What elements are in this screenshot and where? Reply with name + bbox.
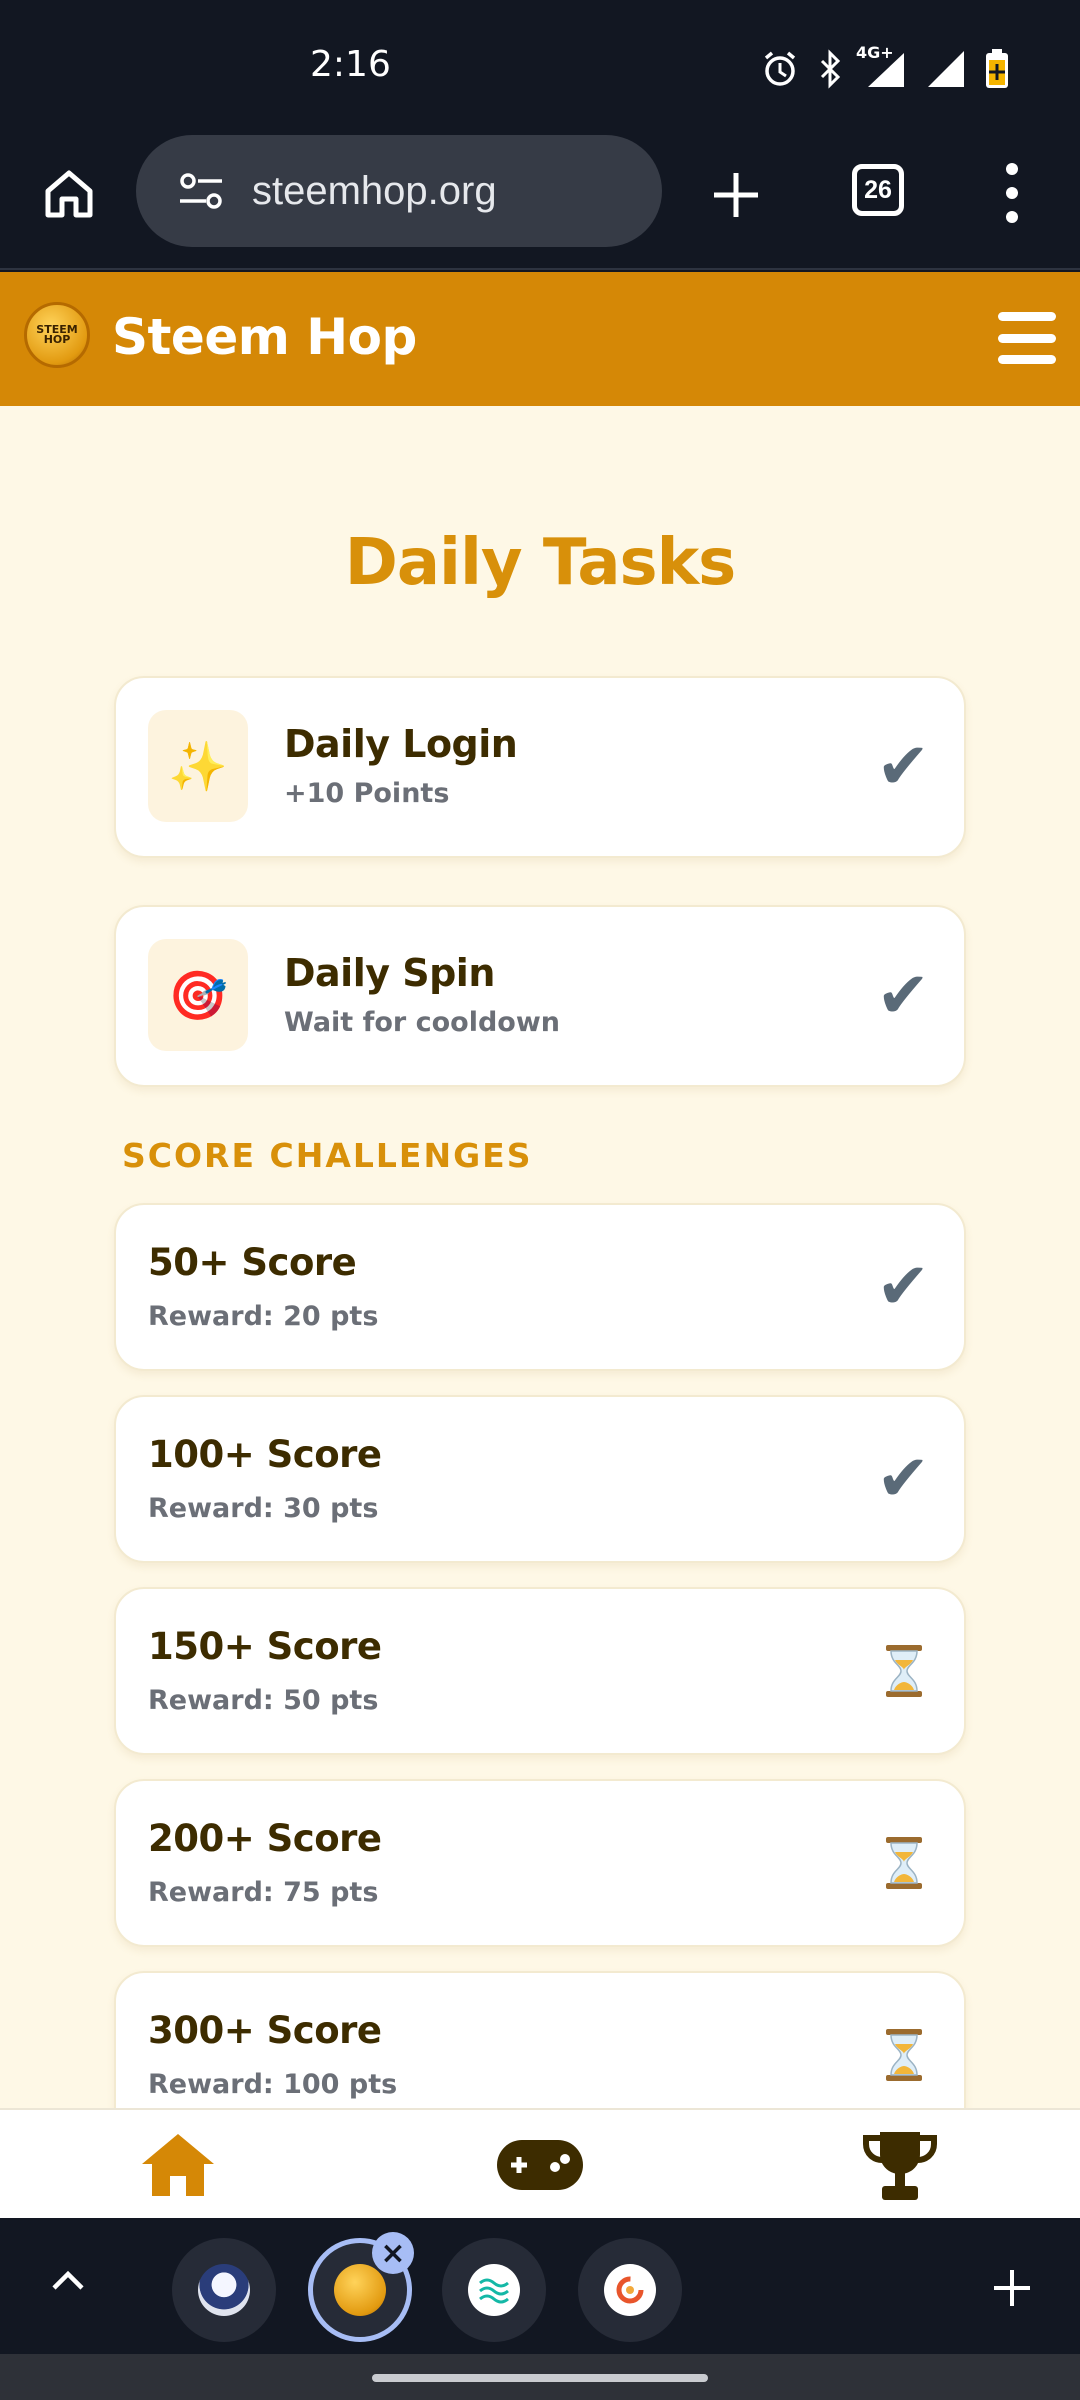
address-bar[interactable]: steemhop.org [136,135,662,247]
main-content: Daily Tasks ✨ Daily Login +10 Points ✔ 🎯… [0,406,1080,2108]
tab-bubble-3[interactable] [442,2238,546,2342]
browser-menu-button[interactable] [1000,163,1024,223]
challenge-card[interactable]: 50+ Score Reward: 20 pts ✔ [114,1203,966,1371]
section-label-score-challenges: SCORE CHALLENGES [122,1136,533,1175]
plus-icon [714,173,758,217]
tab-bubble-1[interactable] [172,2238,276,2342]
tab-switcher-button[interactable]: 26 [852,164,904,216]
tab-favicon-waves [468,2264,520,2316]
url-text[interactable]: steemhop.org [252,169,497,214]
status-bar: 2:16 4G+ [0,0,1080,135]
challenge-card[interactable]: 300+ Score Reward: 100 pts [114,1971,966,2108]
hourglass-icon [886,2029,922,2081]
hourglass-icon [886,1645,922,1697]
check-icon: ✔ [876,1442,930,1516]
challenge-reward: Reward: 30 pts [148,1493,379,1524]
bottom-nav [0,2108,1080,2218]
gesture-handle[interactable] [372,2374,708,2382]
bluetooth-icon [818,49,842,93]
check-icon: ✔ [876,730,930,804]
status-icons: 4G+ [760,43,1010,94]
challenge-card[interactable]: 100+ Score Reward: 30 pts ✔ [114,1395,966,1563]
challenge-reward: Reward: 20 pts [148,1301,379,1332]
challenge-reward: Reward: 75 pts [148,1877,379,1908]
home-outline-icon [45,170,93,218]
nav-leaderboard-button[interactable] [862,2130,938,2202]
task-card-daily-login[interactable]: ✨ Daily Login +10 Points ✔ [114,676,966,858]
check-icon: ✔ [876,959,930,1033]
logo-line-2: HOP [43,333,71,346]
tab-favicon-steemhop [334,2264,386,2316]
page-title: Daily Tasks [344,526,737,600]
mobile-signal-icon: 4G+ [856,43,906,93]
brand-title[interactable]: Steem Hop [112,308,417,366]
home-icon [142,2134,214,2196]
ring-icon [616,2276,644,2304]
tab-favicon-ring [604,2264,656,2316]
challenge-name: 100+ Score [148,1433,382,1476]
challenge-reward: Reward: 50 pts [148,1685,379,1716]
check-icon: ✔ [876,1250,930,1324]
network-type-label: 4G+ [856,43,894,62]
steem-hop-logo[interactable]: STEEM HOP [24,302,90,368]
challenge-name: 200+ Score [148,1817,382,1860]
gamepad-icon [497,2140,583,2190]
task-subtitle: Wait for cooldown [284,1007,561,1038]
task-name: Daily Login [284,722,518,766]
challenge-name: 300+ Score [148,2009,382,2052]
close-tab-icon[interactable]: × [372,2232,414,2274]
signal-icon [924,49,966,93]
hourglass-icon [886,1837,922,1889]
tab-favicon-avatar [198,2264,250,2316]
gesture-area [0,2354,1080,2400]
new-tab-button[interactable] [706,165,766,225]
task-card-daily-spin[interactable]: 🎯 Daily Spin Wait for cooldown ✔ [114,905,966,1087]
phone-screen: 2:16 4G+ steemhop.org 26 STEEM HOP Steem… [0,0,1080,2400]
browser-tab-strip: × [0,2218,1080,2354]
app-header: STEEM HOP Steem Hop [0,272,1080,406]
nav-home-button[interactable] [140,2132,216,2198]
challenge-reward: Reward: 100 pts [148,2069,398,2100]
browser-toolbar: steemhop.org 26 [0,135,1080,270]
browser-home-button[interactable] [40,165,98,223]
site-settings-icon[interactable] [178,171,224,211]
alarm-icon [760,49,800,93]
challenge-card[interactable]: 200+ Score Reward: 75 pts [114,1779,966,1947]
hamburger-menu-button[interactable] [998,312,1056,364]
task-subtitle: +10 Points [284,778,450,809]
battery-icon [984,48,1010,94]
challenge-name: 50+ Score [148,1241,357,1284]
nav-game-button[interactable] [497,2140,583,2190]
waves-icon [479,2278,509,2304]
chevron-up-icon[interactable] [48,2264,88,2294]
status-time: 2:16 [310,44,391,85]
task-name: Daily Spin [284,951,495,995]
tab-bubble-4[interactable] [578,2238,682,2342]
plus-icon[interactable] [990,2266,1034,2310]
target-icon: 🎯 [148,939,248,1051]
challenge-name: 150+ Score [148,1625,382,1668]
sparkles-icon: ✨ [148,710,248,822]
challenge-card[interactable]: 150+ Score Reward: 50 pts [114,1587,966,1755]
trophy-icon [863,2132,937,2200]
